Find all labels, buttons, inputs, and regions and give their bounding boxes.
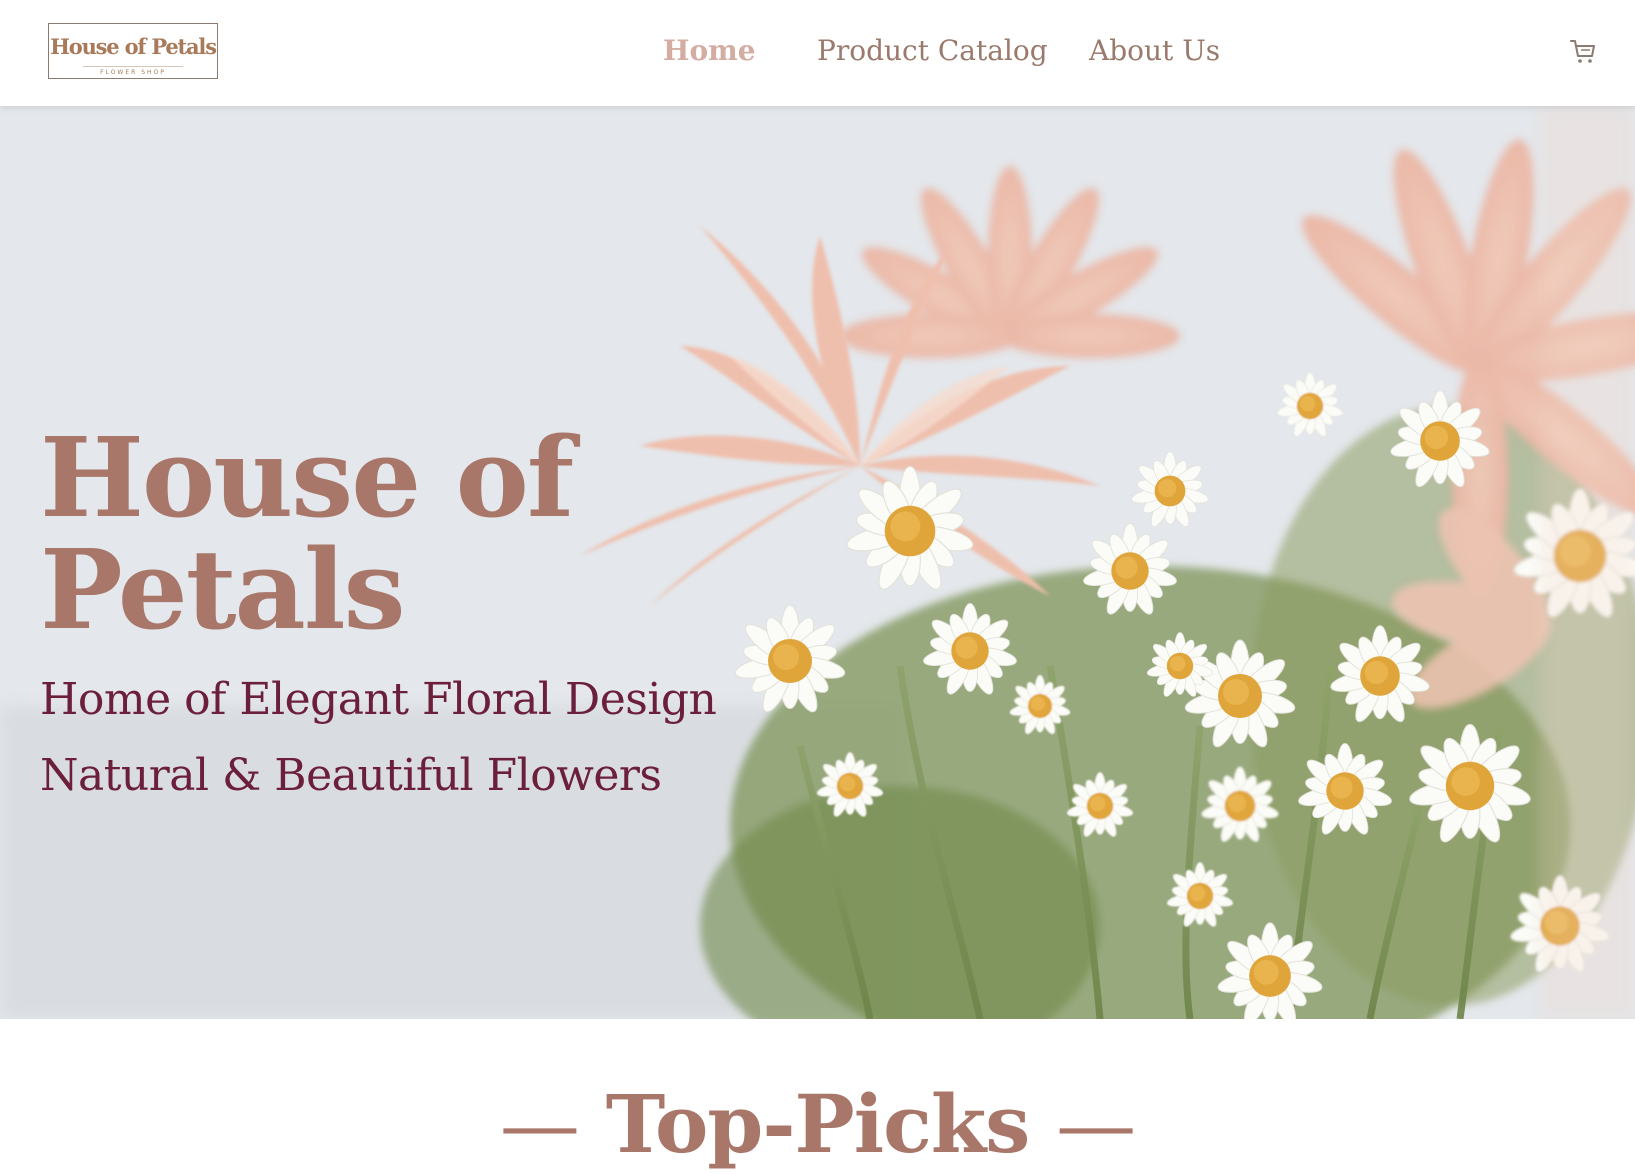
hero-title: House of Petals (40, 422, 800, 646)
hero-tagline-2: Natural & Beautiful Flowers (40, 750, 662, 801)
hero-title-line2: Petals (40, 525, 406, 654)
heading-dash-right: — (1056, 1078, 1136, 1171)
nav-home[interactable]: Home (663, 34, 756, 67)
hero-tagline-1: Home of Elegant Floral Design (40, 674, 717, 725)
nav-about-us[interactable]: About Us (1089, 34, 1220, 67)
site-header: House of Petals FLOWER SHOP Home Product… (0, 0, 1635, 106)
heading-dash-left: — (499, 1078, 580, 1171)
top-picks-title: Top-Picks (605, 1077, 1031, 1171)
nav-product-catalog[interactable]: Product Catalog (817, 34, 1048, 67)
hero-banner: House of Petals Home of Elegant Floral D… (0, 106, 1635, 1019)
shopping-cart-icon[interactable] (1568, 36, 1598, 66)
hero-title-line1: House of (40, 413, 574, 542)
main-nav: Home Product Catalog About Us (0, 34, 1635, 74)
top-picks-heading: — Top-Picks — (0, 1077, 1635, 1171)
